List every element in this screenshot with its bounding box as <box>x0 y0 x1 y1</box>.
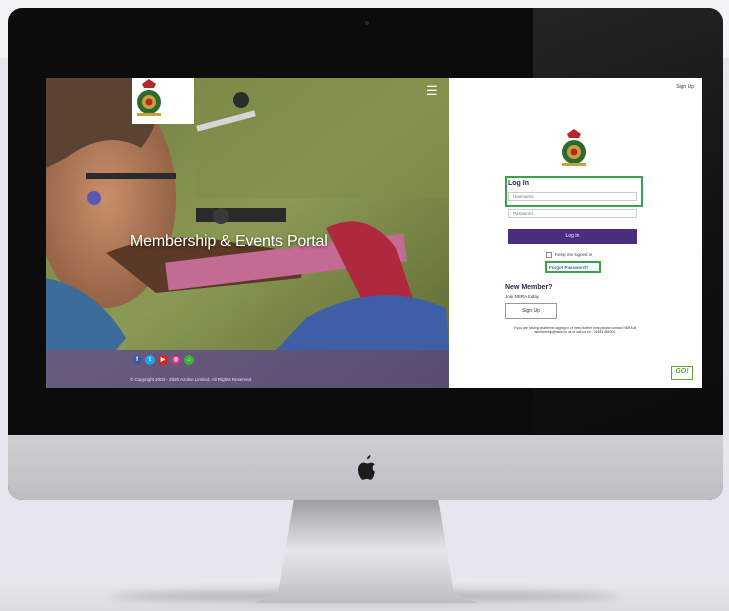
home-icon[interactable]: ⌂ <box>184 355 194 365</box>
social-links: f t ▶ ◎ ⌂ <box>132 355 194 365</box>
hero-title: Membership & Events Portal <box>130 233 328 250</box>
new-member-heading: New Member? <box>505 284 553 291</box>
facebook-icon[interactable]: f <box>132 355 142 365</box>
keep-signed-in-checkbox[interactable]: Keep me signed in <box>546 252 592 258</box>
keep-signed-in-label: Keep me signed in <box>555 252 593 258</box>
instagram-icon[interactable]: ◎ <box>171 355 181 365</box>
copyright-text: © Copyright 2003 - 2020 Azolve Limited. … <box>130 377 253 382</box>
apple-logo-icon <box>357 455 375 480</box>
signup-link[interactable]: Sign Up <box>676 84 694 90</box>
username-input[interactable]: Username <box>508 192 637 201</box>
screen: ☰ Membership & Events Portal f t ▶ ◎ ⌂ © Cop… <box>46 78 702 388</box>
imac-stand <box>254 498 478 603</box>
nsra-logo[interactable] <box>132 78 194 124</box>
nsra-crest-icon <box>137 79 161 116</box>
join-text: Join NSRA today <box>505 294 540 299</box>
hamburger-menu-icon[interactable]: ☰ <box>426 84 438 97</box>
hero-photo: ☰ Membership & Events Portal f t ▶ ◎ ⌂ © Cop… <box>46 78 449 388</box>
camera-icon <box>365 21 369 25</box>
youtube-icon[interactable]: ▶ <box>158 355 168 365</box>
twitter-icon[interactable]: t <box>145 355 155 365</box>
login-button[interactable]: Log In <box>508 229 637 244</box>
footer-bar <box>46 350 449 388</box>
password-input[interactable]: Password <box>508 209 637 218</box>
help-text: If you are having problems logging in or… <box>513 326 637 335</box>
login-heading: Log In <box>508 180 529 187</box>
signup-button[interactable]: Sign Up <box>505 303 557 319</box>
nsra-crest-icon <box>562 129 586 166</box>
login-panel: Sign Up Log In Username Password Log In … <box>449 78 702 388</box>
go-logo: GO! <box>671 366 693 380</box>
forgot-password-link[interactable]: Forgot Password? <box>549 265 589 270</box>
imac-frame: ☰ Membership & Events Portal f t ▶ ◎ ⌂ © Cop… <box>8 8 723 500</box>
checkbox-icon[interactable] <box>546 252 552 258</box>
